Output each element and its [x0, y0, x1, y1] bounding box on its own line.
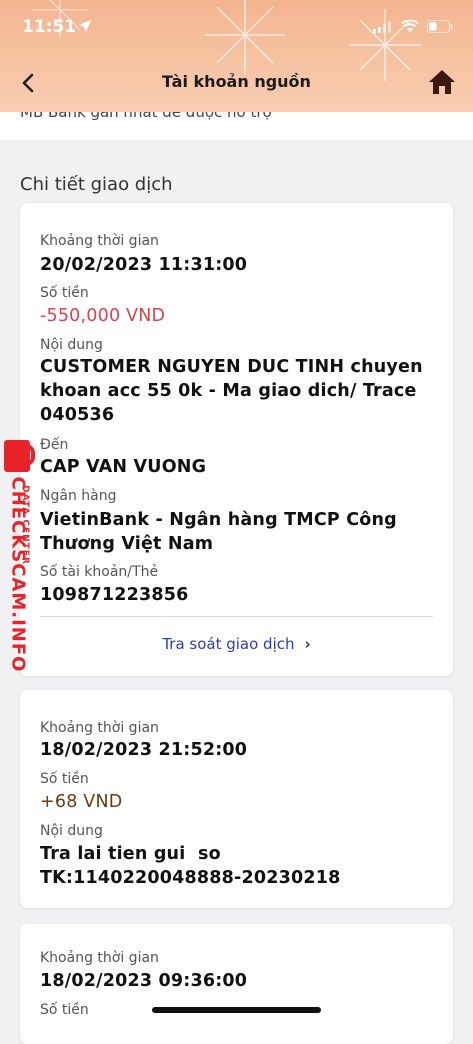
notice-strip: MB Bank gần nhất để được hỗ trợ	[0, 112, 473, 140]
content-value: CUSTOMER NGUYEN DUC TINH chuyen khoan ac…	[40, 357, 423, 425]
amount-value: +68 VND	[40, 792, 123, 812]
home-button[interactable]	[427, 68, 457, 96]
status-time: 11:51	[22, 17, 77, 37]
wifi-icon	[401, 20, 419, 32]
checkscam-watermark: DATA CENTER CHECKSCAM.INFO	[0, 436, 48, 672]
chevron-right-icon: ›	[304, 635, 311, 653]
trace-transaction-link[interactable]: Tra soát giao dịch ›	[20, 635, 453, 653]
time-value: 18/02/2023 21:52:00	[40, 740, 248, 760]
navigation-bar: Tài khoản nguồn	[0, 58, 473, 108]
time-label: Khoảng thời gian	[40, 720, 159, 736]
header-banner: 11:51 Tài khoản nguồn	[0, 0, 473, 112]
status-bar: 11:51	[0, 0, 473, 56]
bank-value: VietinBank - Ngân hàng TMCP Công Thương …	[40, 510, 397, 554]
transaction-card: Khoảng thời gian 20/02/2023 11:31:00 Số …	[20, 203, 453, 676]
notice-text: MB Bank gần nhất để được hỗ trợ	[20, 112, 272, 121]
content-value: Tra lai tien gui so TK:1140220048888-202…	[40, 844, 341, 888]
transaction-card: Khoảng thời gian 18/02/2023 09:36:00 Số …	[20, 924, 453, 1044]
time-label: Khoảng thời gian	[40, 233, 159, 249]
content-label: Nội dung	[40, 337, 103, 353]
trace-link-label: Tra soát giao dịch	[162, 635, 295, 653]
transaction-card: Khoảng thời gian 18/02/2023 21:52:00 Số …	[20, 690, 453, 908]
recipient-value: CAP VAN VUONG	[40, 457, 207, 477]
amount-label: Số tiền	[40, 1002, 89, 1018]
amount-label: Số tiền	[40, 771, 89, 787]
time-value: 18/02/2023 09:36:00	[40, 971, 248, 991]
location-arrow-icon	[79, 20, 91, 32]
content-label: Nội dung	[40, 823, 103, 839]
watermark-title: CHECKSCAM.INFO	[7, 476, 29, 673]
section-title: Chi tiết giao dịch	[20, 174, 173, 195]
amount-value: -550,000 VND	[40, 306, 166, 326]
bank-label: Ngân hàng	[40, 488, 117, 504]
time-label: Khoảng thời gian	[40, 950, 159, 966]
account-value: 109871223856	[40, 585, 189, 605]
battery-icon	[427, 20, 453, 33]
divider	[40, 616, 433, 617]
home-icon	[429, 70, 455, 94]
signal-icon	[373, 20, 391, 33]
page-title: Tài khoản nguồn	[162, 72, 311, 91]
account-label: Số tài khoản/Thẻ	[40, 564, 159, 580]
amount-label: Số tiền	[40, 285, 89, 301]
time-value: 20/02/2023 11:31:00	[40, 255, 248, 275]
home-indicator[interactable]	[152, 1007, 321, 1013]
